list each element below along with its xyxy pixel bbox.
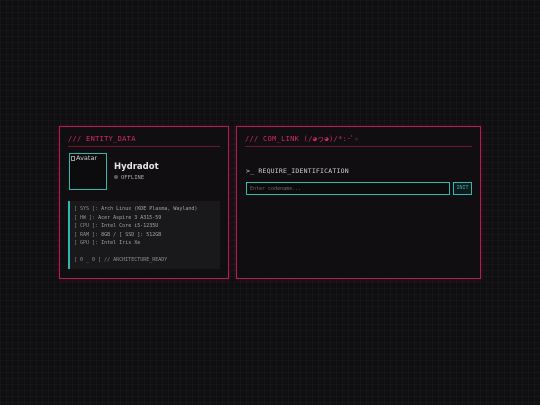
spec-value: Acer Aspire 3 A315-59 <box>98 214 162 221</box>
status-indicator: OFFLINE <box>114 175 144 182</box>
entity-name: Hydradot <box>114 162 159 172</box>
architecture-status: [ 0 _ 0 ] // ARCHITECTURE_READY <box>74 257 168 264</box>
init-button[interactable]: INIT <box>453 182 472 195</box>
spec-value: 8GB / [ SSD ]: 512GB <box>101 231 162 238</box>
spec-key: [ RAM ]: <box>74 231 99 238</box>
avatar-alt-text: Avatar <box>76 154 98 162</box>
status-text: OFFLINE <box>121 175 145 181</box>
spec-key: [ CPU ]: <box>74 223 99 230</box>
identification-prompt: >_ REQUIRE_IDENTIFICATION <box>246 167 349 175</box>
spec-line-hw: [ HW ]: Acer Aspire 3 A315-59 <box>74 214 220 223</box>
com-link-panel: /// COM_LINK (/◕ヮ◕)/*:･ﾟ✧ >_ REQUIRE_IDE… <box>236 126 481 279</box>
spec-line-ram: [ RAM ]: 8GB / [ SSD ]: 512GB <box>74 231 220 240</box>
comlink-panel-header: /// COM_LINK (/◕ヮ◕)/*:･ﾟ✧ <box>245 134 472 147</box>
entity-panel-header: /// ENTITY_DATA <box>68 134 220 147</box>
avatar-broken-image: Avatar <box>71 154 97 162</box>
spec-line-gpu: [ GPU ]: Intel Iris Xe <box>74 239 220 248</box>
spec-list: [ SYS ]: Arch Linux (KDE Plasma, Wayland… <box>68 201 220 269</box>
avatar: Avatar <box>69 153 107 190</box>
spec-line-sys: [ SYS ]: Arch Linux (KDE Plasma, Wayland… <box>74 205 220 214</box>
spec-value: Intel Core i5-1235U <box>101 223 159 230</box>
status-dot-icon <box>114 175 118 179</box>
entity-data-panel: /// ENTITY_DATA Avatar Hydradot OFFLINE … <box>59 126 229 279</box>
spec-key: [ HW ]: <box>74 214 96 221</box>
spec-value: Arch Linux (KDE Plasma, Wayland) <box>101 206 198 212</box>
spec-key: [ GPU ]: <box>74 240 99 247</box>
spec-key: [ SYS ]: <box>74 206 99 212</box>
spec-line-cpu: [ CPU ]: Intel Core i5-1235U <box>74 222 220 231</box>
codename-input[interactable] <box>246 182 450 195</box>
spec-value: Intel Iris Xe <box>101 240 141 247</box>
broken-image-icon <box>71 156 75 161</box>
